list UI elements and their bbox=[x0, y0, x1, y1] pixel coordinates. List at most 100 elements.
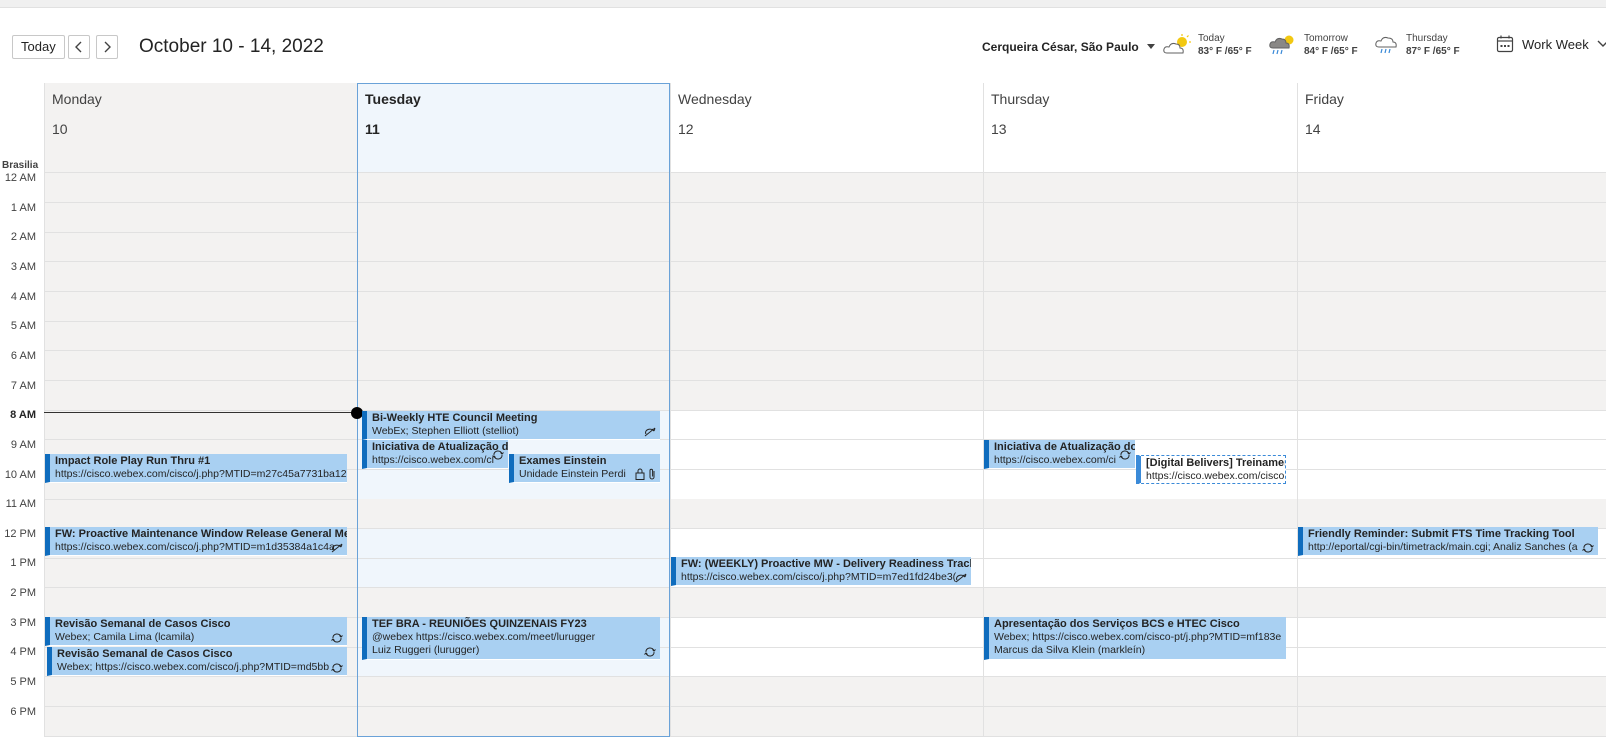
hour-slot[interactable] bbox=[984, 261, 1297, 292]
hour-slot[interactable] bbox=[671, 529, 983, 559]
hour-slot[interactable] bbox=[358, 202, 670, 233]
hour-slot[interactable] bbox=[45, 381, 357, 411]
event-apresentacao-servicos-bcs[interactable]: Apresentação dos Serviços BCS e HTEC Cis… bbox=[984, 617, 1286, 660]
hour-slot[interactable] bbox=[358, 499, 670, 530]
event-friendly-reminder-fts[interactable]: Friendly Reminder: Submit FTS Time Track… bbox=[1298, 527, 1598, 556]
event-tef-bra-reunioes[interactable]: TEF BRA - REUNIÕES QUINZENAIS FY23 @webe… bbox=[362, 617, 660, 660]
hour-slot[interactable] bbox=[984, 321, 1297, 352]
event-digital-belivers-tentative[interactable]: [Digital Belivers] Treinamen https://cis… bbox=[1136, 455, 1286, 484]
hour-slot[interactable] bbox=[1298, 321, 1606, 352]
weather-tomorrow[interactable]: Tomorrow 84° F /65° F bbox=[1268, 32, 1358, 58]
hour-slot[interactable] bbox=[671, 677, 983, 708]
hour-slot[interactable] bbox=[1298, 677, 1606, 708]
weather-thursday[interactable]: Thursday 87° F /65° F bbox=[1374, 32, 1460, 58]
hour-slot[interactable] bbox=[671, 350, 983, 381]
hour-slot[interactable] bbox=[45, 499, 357, 530]
hour-slot[interactable] bbox=[1298, 232, 1606, 263]
hour-slot[interactable] bbox=[984, 529, 1297, 559]
hour-slot[interactable] bbox=[1298, 588, 1606, 619]
hour-slot[interactable] bbox=[1298, 173, 1606, 203]
location-selector[interactable]: Cerqueira César, São Paulo bbox=[982, 40, 1155, 54]
hour-slot[interactable] bbox=[45, 232, 357, 263]
event-bi-weekly-hte[interactable]: Bi-Weekly HTE Council Meeting WebEx; Ste… bbox=[362, 411, 660, 440]
hour-slot[interactable] bbox=[984, 410, 1297, 441]
hour-slot[interactable] bbox=[984, 588, 1297, 619]
event-fw-weekly-proactive-mw[interactable]: FW: (WEEKLY) Proactive MW - Delivery Rea… bbox=[671, 557, 971, 586]
event-fw-proactive-maintenance[interactable]: FW: Proactive Maintenance Window Release… bbox=[45, 527, 347, 556]
hour-slot[interactable] bbox=[358, 706, 670, 737]
hour-slot[interactable] bbox=[45, 588, 357, 619]
hour-slot[interactable] bbox=[45, 262, 357, 292]
day-header-monday[interactable]: Monday 10 bbox=[44, 83, 357, 173]
hour-slot[interactable] bbox=[358, 380, 670, 411]
hour-slot[interactable] bbox=[358, 588, 670, 619]
day-header-wednesday[interactable]: Wednesday 12 bbox=[670, 83, 983, 173]
hour-slot[interactable] bbox=[984, 350, 1297, 381]
hour-slot[interactable] bbox=[671, 321, 983, 352]
hour-slot[interactable] bbox=[45, 410, 357, 441]
hour-slot[interactable] bbox=[671, 380, 983, 411]
event-revisao-semanal-2[interactable]: Revisão Semanal de Casos Cisco Webex; ht… bbox=[47, 647, 347, 676]
hour-slot[interactable] bbox=[1298, 558, 1606, 589]
next-week-button[interactable] bbox=[96, 35, 118, 59]
event-exames-einstein[interactable]: Exames Einstein Unidade Einstein Perdi bbox=[509, 454, 660, 483]
hour-slot[interactable] bbox=[984, 499, 1297, 530]
hour-slot[interactable] bbox=[671, 440, 983, 470]
hour-slot[interactable] bbox=[671, 202, 983, 233]
hour-slot[interactable] bbox=[358, 677, 670, 708]
hour-slot[interactable] bbox=[45, 558, 357, 589]
hour-slot[interactable] bbox=[1298, 202, 1606, 233]
hour-slot[interactable] bbox=[671, 173, 983, 203]
hour-slot[interactable] bbox=[358, 291, 670, 322]
hour-slot[interactable] bbox=[984, 173, 1297, 203]
view-switcher[interactable]: Work Week bbox=[1496, 35, 1606, 53]
hour-slot[interactable] bbox=[358, 173, 670, 203]
hour-slot[interactable] bbox=[671, 706, 983, 737]
hour-slot[interactable] bbox=[1298, 440, 1606, 470]
hour-slot[interactable] bbox=[45, 292, 357, 322]
event-revisao-semanal-1[interactable]: Revisão Semanal de Casos Cisco Webex; Ca… bbox=[45, 617, 347, 646]
hour-slot[interactable] bbox=[358, 350, 670, 381]
hour-slot[interactable] bbox=[1298, 706, 1606, 737]
hour-slot[interactable] bbox=[45, 321, 357, 352]
hour-slot[interactable] bbox=[984, 202, 1297, 233]
day-header-thursday[interactable]: Thursday 13 bbox=[983, 83, 1297, 173]
hour-slot[interactable] bbox=[1298, 380, 1606, 411]
hour-slot[interactable] bbox=[671, 588, 983, 619]
previous-week-button[interactable] bbox=[68, 35, 90, 59]
hour-slot[interactable] bbox=[1298, 499, 1606, 530]
hour-slot[interactable] bbox=[358, 529, 670, 559]
day-column-friday[interactable] bbox=[1297, 173, 1606, 737]
day-header-tuesday[interactable]: Tuesday 11 bbox=[357, 83, 670, 173]
hour-slot[interactable] bbox=[45, 677, 357, 708]
hour-slot[interactable] bbox=[1298, 470, 1606, 500]
hour-slot[interactable] bbox=[45, 173, 357, 203]
hour-slot[interactable] bbox=[45, 351, 357, 381]
today-button[interactable]: Today bbox=[12, 35, 65, 59]
hour-slot[interactable] bbox=[1298, 350, 1606, 381]
hour-slot[interactable] bbox=[671, 470, 983, 500]
event-iniciativa-atualizacao-tue[interactable]: Iniciativa de Atualização do https://cis… bbox=[362, 440, 508, 469]
hour-slot[interactable] bbox=[984, 380, 1297, 411]
hour-slot[interactable] bbox=[358, 321, 670, 352]
hour-slot[interactable] bbox=[671, 410, 983, 441]
hour-slot[interactable] bbox=[1298, 410, 1606, 441]
hour-slot[interactable] bbox=[671, 499, 983, 530]
hour-slot[interactable] bbox=[1298, 618, 1606, 648]
hour-slot[interactable] bbox=[45, 203, 357, 233]
hour-slot[interactable] bbox=[358, 232, 670, 263]
event-impact-role-play[interactable]: Impact Role Play Run Thru #1 https://cis… bbox=[45, 454, 347, 483]
hour-slot[interactable] bbox=[671, 291, 983, 322]
hour-slot[interactable] bbox=[671, 261, 983, 292]
hour-slot[interactable] bbox=[1298, 291, 1606, 322]
hour-slot[interactable] bbox=[45, 707, 357, 737]
weather-today[interactable]: Today 83° F /65° F bbox=[1162, 32, 1252, 58]
hour-slot[interactable] bbox=[1298, 261, 1606, 292]
event-iniciativa-atualizacao-thu[interactable]: Iniciativa de Atualização do https://cis… bbox=[984, 440, 1135, 469]
hour-slot[interactable] bbox=[671, 618, 983, 648]
hour-slot[interactable] bbox=[984, 677, 1297, 708]
hour-slot[interactable] bbox=[358, 558, 670, 589]
day-header-friday[interactable]: Friday 14 bbox=[1297, 83, 1606, 173]
hour-slot[interactable] bbox=[671, 232, 983, 263]
hour-slot[interactable] bbox=[984, 706, 1297, 737]
